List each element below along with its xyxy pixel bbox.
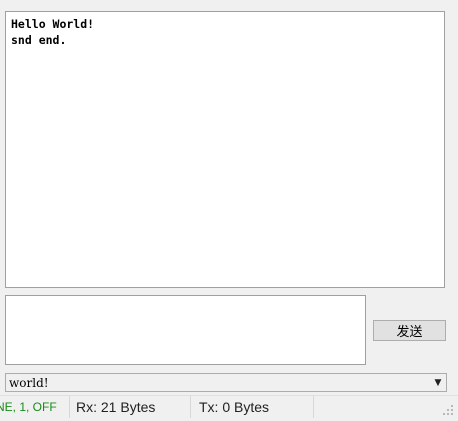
rx-bytes-status: Rx: 21 Bytes	[69, 396, 188, 418]
status-extra-cell	[313, 396, 436, 418]
receive-textarea[interactable]: Hello World! snd end.	[5, 11, 445, 288]
chevron-down-icon[interactable]: ▼	[430, 378, 446, 388]
receive-line: snd end.	[11, 33, 67, 47]
tx-bytes-status: Tx: 0 Bytes	[190, 396, 312, 418]
port-settings-status: NE, 1, OFF	[0, 400, 57, 414]
status-bar: NE, 1, OFF Rx: 21 Bytes Tx: 0 Bytes	[0, 395, 458, 421]
send-textarea[interactable]	[5, 295, 366, 365]
receive-line: Hello World!	[11, 17, 95, 31]
send-history-dropdown[interactable]: world! ▼	[5, 373, 447, 392]
serial-terminal-window: Hello World! snd end. 发送 world! ▼ NE, 1,…	[0, 0, 458, 421]
send-history-selected: world!	[9, 375, 49, 390]
send-button[interactable]: 发送	[373, 320, 446, 341]
size-grip-icon[interactable]	[442, 404, 454, 416]
